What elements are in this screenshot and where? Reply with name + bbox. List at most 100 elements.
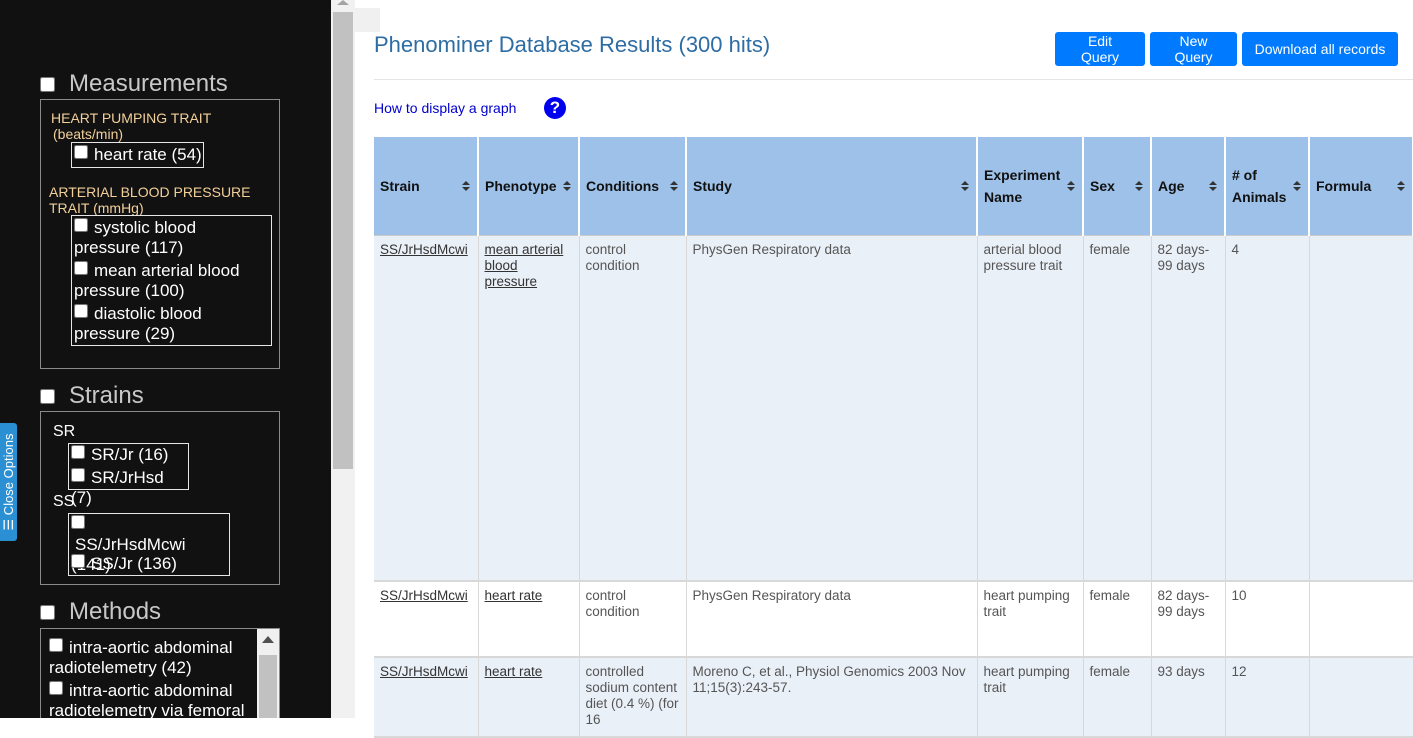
cell-study: Moreno C, et al., Physiol Genomics 2003 … — [686, 657, 978, 738]
phenotype-link[interactable]: heart rate — [485, 664, 543, 679]
methods-title: Methods — [69, 598, 162, 625]
option-mean-arterial-bp[interactable]: mean arterial blood pressure (100) — [74, 261, 269, 301]
cell-conditions: controlled sodium content diet (0.4 %) (… — [579, 657, 687, 738]
ss-options: SS/JrHsdMcwi (141) SS/Jr (136) — [68, 513, 230, 576]
option-heart-rate[interactable]: heart rate (54) — [74, 145, 202, 165]
sort-icon[interactable] — [1209, 180, 1217, 191]
header-label: Sex — [1090, 177, 1115, 194]
strain-group-ss: SS — [53, 493, 75, 510]
systolic-bp-checkbox[interactable] — [74, 218, 88, 232]
sr-jr-checkbox[interactable] — [71, 445, 85, 459]
heart-pumping-options: heart rate (54) — [71, 142, 204, 168]
option-sr-jrhsd[interactable]: SR/JrHsd (7) — [71, 468, 188, 508]
sr-options: SR/Jr (16) SR/JrHsd (7) — [68, 443, 189, 507]
close-options-tab[interactable]: ☰ Close Options — [0, 423, 17, 541]
strain-link[interactable]: SS/JrHsdMcwi — [380, 588, 468, 603]
option-label: heart rate (54) — [94, 145, 202, 164]
sort-icon[interactable] — [670, 180, 678, 191]
table-row: SS/JrHsdMcwi mean arterial blood pressur… — [374, 235, 1413, 582]
cell-formula — [1309, 235, 1413, 582]
column-header-sex[interactable]: Sex — [1083, 137, 1152, 236]
option-label: SR/Jr (16) — [91, 445, 169, 464]
scrollbar-thumb[interactable] — [333, 12, 353, 469]
cell-age: 93 days — [1151, 657, 1226, 738]
option-systolic-bp[interactable]: systolic blood pressure (117) — [74, 218, 264, 258]
option-label: mean arterial blood pressure (100) — [74, 261, 240, 300]
measurements-checkbox[interactable] — [40, 76, 55, 92]
cell-num-animals: 10 — [1225, 581, 1310, 658]
new-query-button[interactable]: New Query — [1150, 32, 1237, 66]
strain-link[interactable]: SS/JrHsdMcwi — [380, 664, 468, 679]
cell-sex: female — [1083, 657, 1152, 738]
scroll-up-icon[interactable] — [337, 0, 349, 5]
cell-experiment-name: arterial blood pressure trait — [977, 235, 1084, 582]
sort-icon[interactable] — [1397, 180, 1405, 191]
help-icon[interactable]: ? — [544, 97, 566, 119]
mean-arterial-bp-checkbox[interactable] — [74, 261, 88, 275]
ss-jrhsdmcwi-checkbox[interactable] — [71, 515, 85, 529]
phenotype-link[interactable]: heart rate — [485, 588, 543, 603]
option-sr-jr[interactable]: SR/Jr (16) — [71, 445, 168, 465]
results-table: Strain Phenotype Conditions Study Experi… — [374, 137, 1413, 738]
edit-query-button[interactable]: Edit Query — [1055, 32, 1145, 66]
methods-box[interactable]: intra-aortic abdominal radiotelemetry (4… — [40, 628, 280, 718]
column-header-conditions[interactable]: Conditions — [579, 137, 687, 236]
column-header-phenotype[interactable]: Phenotype — [478, 137, 580, 236]
panel-edge — [355, 8, 380, 32]
sr-jrhsd-checkbox[interactable] — [71, 468, 85, 482]
sort-icon[interactable] — [961, 180, 969, 191]
ss-jr-checkbox[interactable] — [71, 554, 85, 568]
cell-strain: SS/JrHsdMcwi — [374, 657, 479, 738]
header-label: Age — [1158, 177, 1185, 194]
methods-scrollbar[interactable] — [257, 629, 279, 718]
cell-experiment-name: heart pumping trait — [977, 657, 1084, 738]
scrollbar-thumb[interactable] — [259, 655, 277, 718]
column-header-strain[interactable]: Strain — [374, 137, 479, 236]
header-label: Phenotype — [485, 177, 557, 194]
heart-rate-checkbox[interactable] — [74, 145, 88, 159]
sort-icon[interactable] — [1293, 180, 1301, 191]
column-header-formula[interactable]: Formula — [1309, 137, 1413, 236]
cell-num-animals: 12 — [1225, 657, 1310, 738]
header-label: Experiment Name — [984, 166, 1061, 205]
how-to-display-graph-link[interactable]: How to display a graph — [374, 100, 516, 116]
download-all-records-button[interactable]: Download all records — [1242, 32, 1398, 66]
sort-icon[interactable] — [1067, 180, 1075, 191]
table-header-row: Strain Phenotype Conditions Study Experi… — [374, 137, 1413, 236]
cell-num-animals: 4 — [1225, 235, 1310, 582]
method-radiotelemetry-checkbox[interactable] — [49, 638, 63, 652]
diastolic-bp-checkbox[interactable] — [74, 304, 88, 318]
option-method-radiotelemetry-femoral[interactable]: intra-aortic abdominal radiotelemetry vi… — [49, 681, 254, 718]
page-scrollbar[interactable] — [331, 0, 355, 718]
column-header-age[interactable]: Age — [1151, 137, 1226, 236]
method-radiotelemetry-femoral-checkbox[interactable] — [49, 681, 63, 695]
column-header-study[interactable]: Study — [686, 137, 978, 236]
cell-strain: SS/JrHsdMcwi — [374, 235, 479, 582]
sort-icon[interactable] — [563, 180, 571, 191]
column-header-experiment-name[interactable]: Experiment Name — [977, 137, 1084, 236]
option-label: SS/Jr (136) — [91, 554, 177, 573]
header-label: Strain — [380, 177, 420, 194]
option-label: diastolic blood pressure (29) — [74, 304, 202, 343]
trait-label-heart-pumping: HEART PUMPING TRAIT (beats/min) — [51, 110, 211, 142]
phenotype-link[interactable]: mean arterial blood pressure — [485, 242, 564, 289]
strain-link[interactable]: SS/JrHsdMcwi — [380, 242, 468, 257]
scroll-up-icon[interactable] — [262, 636, 274, 643]
strains-checkbox[interactable] — [40, 388, 55, 404]
table-row: SS/JrHsdMcwi heart rate controlled sodiu… — [374, 657, 1413, 738]
option-diastolic-bp[interactable]: diastolic blood pressure (29) — [74, 304, 264, 344]
cell-phenotype: heart rate — [478, 657, 580, 738]
cell-strain: SS/JrHsdMcwi — [374, 581, 479, 658]
option-method-radiotelemetry[interactable]: intra-aortic abdominal radiotelemetry (4… — [49, 638, 249, 678]
option-ss-jr[interactable]: SS/Jr (136) — [71, 554, 177, 574]
divider — [374, 79, 1413, 80]
sort-icon[interactable] — [1135, 180, 1143, 191]
cell-sex: female — [1083, 235, 1152, 582]
column-header-num-animals[interactable]: # of Animals — [1225, 137, 1310, 236]
option-label: systolic blood pressure (117) — [74, 218, 197, 257]
measurements-title: Measurements — [69, 70, 228, 97]
methods-checkbox[interactable] — [40, 604, 55, 620]
measurements-section-header: Measurements — [40, 70, 228, 98]
cell-experiment-name: heart pumping trait — [977, 581, 1084, 658]
sort-icon[interactable] — [462, 180, 470, 191]
